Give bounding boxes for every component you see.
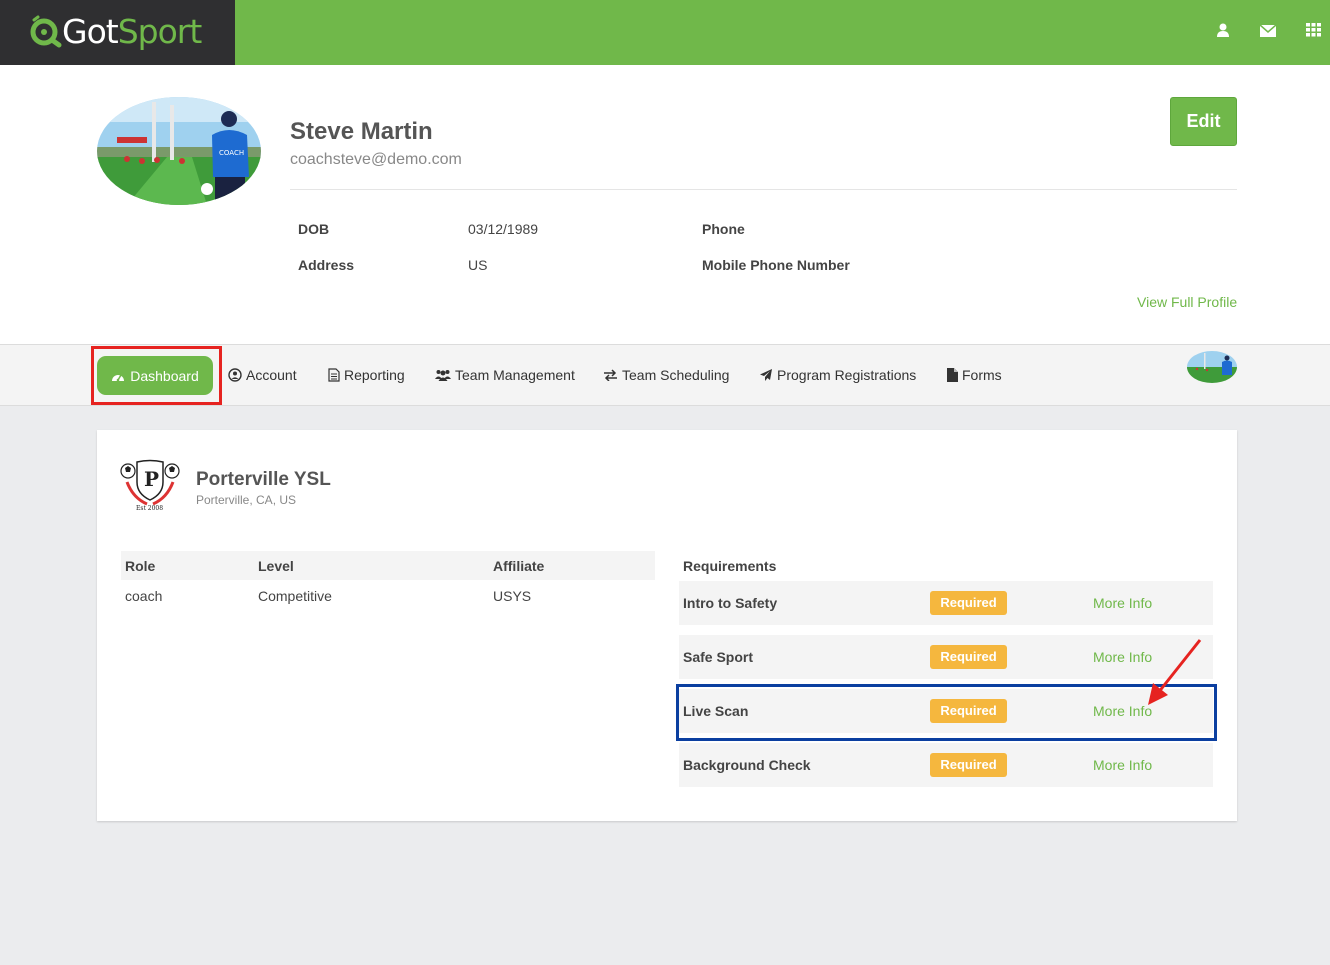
coach-photo-thumb-image [1187,351,1237,383]
document-icon [328,368,340,382]
required-badge: Required [930,591,1007,615]
dashboard-icon [112,374,125,381]
affiliate-header: Affiliate [493,558,545,574]
tab-team-management[interactable]: Team Management [435,367,575,383]
gotsport-logo[interactable]: GotSport [0,0,235,65]
address-value: US [468,257,488,273]
svg-text:P: P [144,467,159,491]
envelope-icon[interactable] [1260,24,1276,38]
requirement-row: Safe Sport Required More Info [679,635,1213,679]
tab-team-scheduling[interactable]: Team Scheduling [603,367,729,383]
club-card: P Est 2008 Porterville YSL Porterville, … [97,430,1237,821]
tab-reporting[interactable]: Reporting [328,367,405,383]
user-icon[interactable] [1216,22,1230,38]
logo-text: GotSport [62,12,203,51]
logo-text-got: Got [62,12,119,51]
requirement-row: Background Check Required More Info [679,743,1213,787]
address-label: Address [298,257,355,273]
coach-photo-image: COACH [97,97,261,205]
mobile-phone-label: Mobile Phone Number [702,257,850,273]
required-badge: Required [930,753,1007,777]
club-name: Porterville YSL [196,469,331,490]
file-icon [947,368,958,382]
profile-divider [290,189,1237,190]
paper-plane-icon [760,369,772,381]
profile-section: COACH Steve Martin coachsteve@demo.com E… [0,65,1330,344]
tab-forms-label: Forms [962,367,1002,383]
profile-name: Steve Martin [290,118,433,145]
required-badge: Required [930,645,1007,669]
more-info-link[interactable]: More Info [1093,595,1152,611]
annotation-arrow-icon [1148,639,1202,705]
dob-value: 03/12/1989 [468,221,539,237]
tab-dashboard-label: Dashboard [130,367,199,384]
svg-text:COACH: COACH [219,149,244,157]
tab-dashboard[interactable]: Dashboard [97,356,213,395]
phone-label: Phone [702,221,745,237]
users-icon [435,370,451,381]
role-header: Role [125,558,156,574]
requirements-title: Requirements [683,558,777,574]
tab-program-registrations[interactable]: Program Registrations [759,367,916,383]
highlight-box-blue [676,684,1217,741]
requirement-name: Intro to Safety [683,595,778,611]
level-header: Level [258,558,294,574]
tab-account-label: Account [246,367,297,383]
club-crest-logo: P Est 2008 [120,459,180,512]
exchange-icon [604,369,617,381]
tab-team-management-label: Team Management [455,367,575,383]
club-location: Porterville, CA, US [196,493,297,507]
view-full-profile-link[interactable]: View Full Profile [1137,294,1237,310]
requirement-row: Intro to Safety Required More Info [679,581,1213,625]
nav-avatar[interactable] [1187,351,1237,383]
svg-text:Est 2008: Est 2008 [136,505,163,512]
affiliate-value: USYS [493,588,532,604]
top-bar: GotSport [0,0,1330,65]
requirement-name: Safe Sport [683,649,754,665]
requirement-name: Background Check [683,757,811,773]
tab-reporting-label: Reporting [344,367,405,383]
gotsport-logo-icon [30,15,62,48]
profile-avatar: COACH [97,97,261,205]
role-value: coach [125,588,163,604]
level-value: Competitive [258,588,332,604]
profile-email: coachsteve@demo.com [290,151,462,168]
tab-forms[interactable]: Forms [947,367,1002,383]
main-nav: Dashboard Account Reporting Team Managem… [0,344,1330,406]
user-circle-icon [228,368,242,382]
grid-apps-icon[interactable] [1306,23,1321,37]
tab-program-registrations-label: Program Registrations [777,367,917,383]
tab-team-scheduling-label: Team Scheduling [622,367,730,383]
more-info-link[interactable]: More Info [1093,757,1152,773]
dob-label: DOB [298,221,330,237]
edit-button[interactable]: Edit [1170,97,1237,146]
logo-text-sport: Sport [117,12,203,51]
role-table-header: Role Level Affiliate [121,551,655,580]
tab-account[interactable]: Account [228,367,297,383]
